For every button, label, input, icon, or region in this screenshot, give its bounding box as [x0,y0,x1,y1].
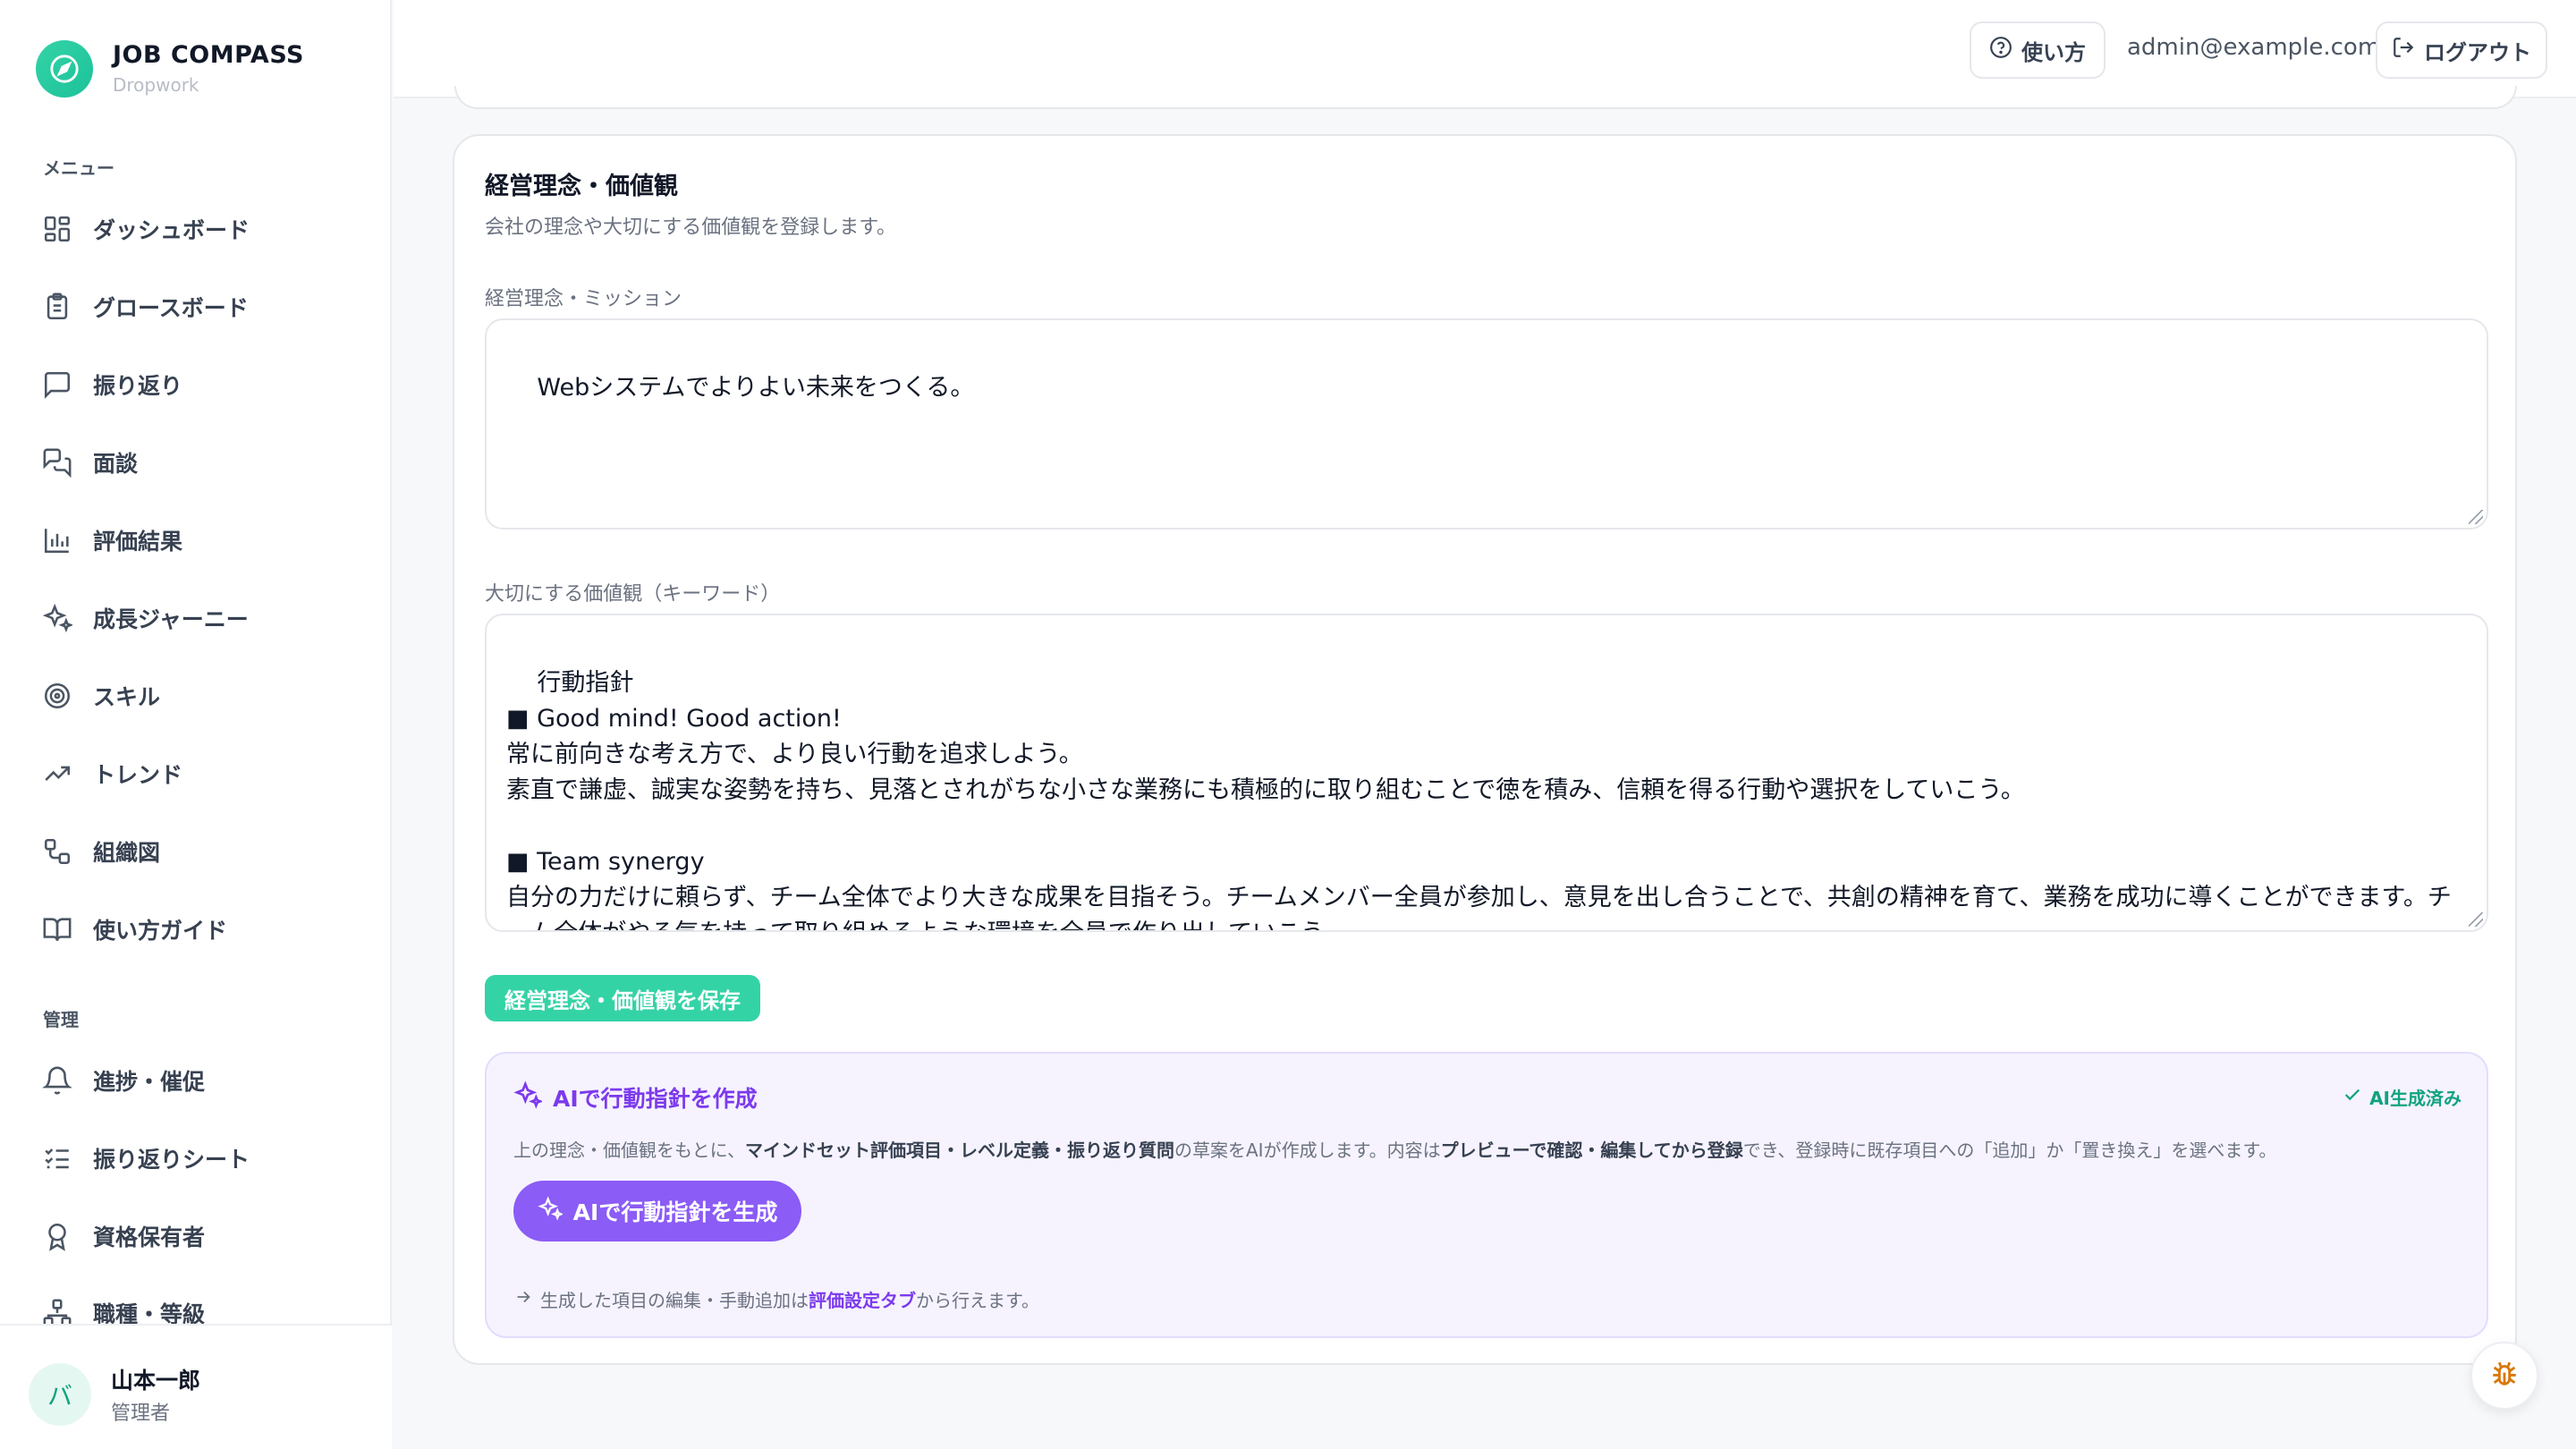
card-description: 会社の理念や大切にする価値観を登録します。 [485,216,897,239]
bell-icon [39,1063,75,1098]
generate-ai-button-label: AIで行動指針を生成 [572,1199,778,1225]
values-textarea[interactable]: 行動指針 ■ Good mind! Good action! 常に前向きな考え方… [485,614,2488,932]
sparkles-icon [538,1196,564,1226]
sidebar-item-reflection[interactable]: 振り返り [39,358,361,411]
sidebar-item-label: 面談 [93,451,139,477]
sidebar-item-label: 振り返りシート [93,1147,250,1173]
mission-label: 経営理念・ミッション [485,288,682,310]
ai-status-badge: AI生成済み [2343,1084,2462,1110]
sidebar-item-progress[interactable]: 進捗・催促 [39,1054,361,1107]
ai-generation-panel: AIで行動指針を作成 AI生成済み 上の理念・価値観をもとに、マインドセット評価… [485,1052,2488,1338]
sparkles-icon [39,600,75,636]
sidebar-item-growth-board[interactable]: グロースボード [39,280,361,334]
brand[interactable]: JOB COMPASS Dropwork [36,39,304,98]
ai-note-suffix: から行えます。 [916,1290,1039,1311]
arrow-right-icon [513,1287,533,1311]
menu-section-label: メニュー [43,157,114,179]
sidebar-item-label: 評価結果 [93,529,183,555]
resize-handle[interactable] [2469,912,2483,927]
sidebar-item-label: ダッシュボード [93,217,250,243]
ai-note: 生成した項目の編集・手動追加は評価設定タブから行えます。 [513,1286,1039,1312]
user-name: 山本一郎 [111,1368,201,1394]
sparkles-icon [513,1080,544,1114]
check-icon [2343,1085,2362,1109]
ai-desc-text: の草案をAIが作成します。内容は [1174,1140,1441,1161]
award-icon [39,1218,75,1254]
brand-subtitle: Dropwork [113,74,199,96]
logout-button-label: ログアウト [2424,39,2531,65]
sidebar-item-guide[interactable]: 使い方ガイド [39,902,361,956]
help-circle-icon [1989,36,2012,64]
sidebar-item-reflection-sheet[interactable]: 振り返りシート [39,1131,361,1185]
sidebar-item-interview[interactable]: 面談 [39,436,361,489]
evaluation-settings-link[interactable]: 評価設定タブ [809,1290,916,1311]
ai-note-prefix: 生成した項目の編集・手動追加は [540,1290,809,1311]
logout-icon [2392,36,2415,64]
sidebar-item-label: 組織図 [93,840,161,866]
mission-text: Webシステムでよりよい未来をつくる。 [537,374,975,402]
sidebar-item-label: 成長ジャーニー [93,606,249,632]
user-panel[interactable]: バ 山本一郎 管理者 [0,1324,392,1449]
admin-section-label: 管理 [43,1009,79,1030]
user-email: admin@example.com [2127,34,2381,61]
philosophy-card: 経営理念・価値観 会社の理念や大切にする価値観を登録します。 経営理念・ミッショ… [453,134,2517,1365]
logout-button[interactable]: ログアウト [2376,21,2547,79]
mission-textarea[interactable]: Webシステムでよりよい未来をつくる。 [485,318,2488,530]
help-button[interactable]: 使い方 [1970,21,2106,79]
org-chart-icon [39,834,75,869]
previous-card-edge [454,86,2517,109]
sidebar-item-label: スキル [93,684,161,710]
generate-ai-button[interactable]: AIで行動指針を生成 [513,1181,801,1241]
save-philosophy-button[interactable]: 経営理念・価値観を保存 [485,975,760,1021]
sidebar-item-evaluation[interactable]: 評価結果 [39,513,361,567]
top-header: 使い方 admin@example.com ログアウト [394,0,2576,98]
sidebar-item-label: トレンド [93,762,183,788]
dashboard-icon [39,211,75,247]
sidebar-item-label: 資格保有者 [93,1224,206,1250]
ai-desc-emphasis: プレビューで確認・編集してから登録 [1440,1140,1743,1161]
sidebar-item-trend[interactable]: トレンド [39,747,361,801]
avatar: バ [29,1363,91,1426]
ai-desc-text: 上の理念・価値観をもとに、 [513,1140,745,1161]
brand-title: JOB COMPASS [113,41,304,69]
sidebar-item-org-chart[interactable]: 組織図 [39,825,361,878]
book-icon [39,911,75,947]
sidebar-item-certified[interactable]: 資格保有者 [39,1209,361,1263]
list-checks-icon [39,1140,75,1176]
message-square-icon [39,367,75,402]
values-label: 大切にする価値観（キーワード） [485,583,781,606]
sidebar-item-label: 振り返り [93,373,183,399]
compass-icon [36,40,93,97]
card-title: 経営理念・価値観 [485,173,678,200]
bug-icon [2489,1359,2520,1393]
sidebar-item-label: 使い方ガイド [93,918,228,944]
sidebar-item-dashboard[interactable]: ダッシュボード [39,202,361,256]
sidebar: JOB COMPASS Dropwork メニュー ダッシュボード グロースボー… [0,0,392,1449]
clipboard-icon [39,289,75,325]
help-button-label: 使い方 [2021,39,2086,65]
ai-status-label: AI生成済み [2369,1088,2462,1109]
sidebar-item-skill[interactable]: スキル [39,669,361,723]
ai-description: 上の理念・価値観をもとに、マインドセット評価項目・レベル定義・振り返り質問の草案… [513,1136,2276,1162]
bug-report-button[interactable] [2470,1342,2538,1410]
values-text: 行動指針 ■ Good mind! Good action! 常に前向きな考え方… [506,669,2452,930]
messages-icon [39,445,75,480]
bar-chart-icon [39,522,75,558]
sidebar-item-growth-journey[interactable]: 成長ジャーニー [39,591,361,645]
target-icon [39,678,75,714]
user-role: 管理者 [111,1402,171,1425]
ai-desc-emphasis: マインドセット評価項目・レベル定義・振り返り質問 [745,1140,1174,1161]
resize-handle[interactable] [2469,510,2483,524]
ai-panel-title: AIで行動指針を作成 [553,1086,758,1112]
trending-up-icon [39,756,75,792]
sidebar-item-label: グロースボード [93,295,249,321]
sidebar-item-label: 進捗・催促 [93,1069,206,1095]
ai-desc-text: でき、登録時に既存項目への「追加」か「置き換え」を選べます。 [1742,1140,2277,1161]
